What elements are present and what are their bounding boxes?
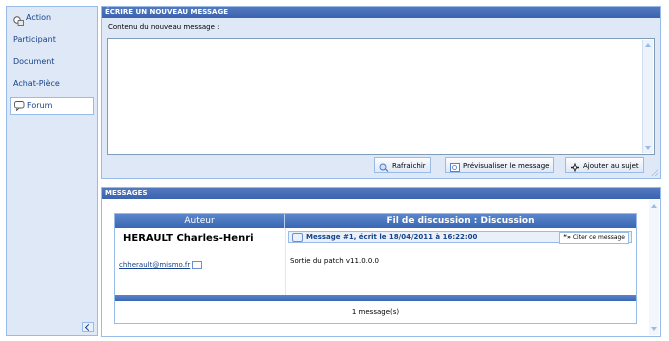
sidebar-nav: Action Participant Document Achat-Pièce …: [6, 6, 98, 336]
editor-scrollbar[interactable]: [642, 40, 653, 153]
add-to-topic-label: Ajouter au sujet: [583, 162, 639, 170]
refresh-label: Rafraichir: [392, 162, 426, 170]
messages-scrollbar[interactable]: [649, 200, 659, 335]
column-divider: [285, 228, 286, 295]
sidebar-item-label: Document: [13, 57, 55, 66]
mail-icon: [192, 261, 203, 269]
column-header-author: Auteur: [115, 214, 285, 228]
messages-panel: MESSAGES Auteur Fil de discussion : Disc…: [101, 187, 661, 337]
messages-panel-title: MESSAGES: [102, 188, 660, 199]
forum-icon: [14, 100, 25, 112]
preview-button[interactable]: Prévisualiser le message: [445, 157, 555, 173]
sidebar-item-action[interactable]: Action: [7, 7, 97, 29]
refresh-button[interactable]: Rafraichir: [374, 157, 431, 173]
sidebar-item-label: Action: [26, 13, 52, 22]
collapse-sidebar-button[interactable]: [82, 322, 94, 332]
quote-icon: “»: [563, 234, 571, 241]
content-label: Contenu du nouveau message :: [108, 23, 220, 31]
preview-label: Prévisualiser le message: [463, 162, 550, 170]
message-textarea[interactable]: [108, 39, 642, 153]
author-email-link[interactable]: chherault@mismo.fr: [119, 261, 203, 269]
message-body: Sortie du patch v11.0.0.0: [290, 257, 380, 265]
sidebar-item-document[interactable]: Document: [7, 51, 97, 73]
messages-table: Auteur Fil de discussion : Discussion HE…: [114, 213, 637, 324]
author-email-text: chherault@mismo.fr: [119, 261, 191, 269]
resize-grip-icon[interactable]: [651, 169, 658, 176]
compose-panel: ÉCRIRE UN NOUVEAU MESSAGE Contenu du nou…: [101, 6, 661, 179]
sidebar-item-label: Participant: [13, 35, 56, 44]
add-to-topic-button[interactable]: Ajouter au sujet: [565, 157, 644, 173]
column-header-thread: Fil de discussion : Discussion: [386, 216, 535, 226]
preview-icon: [450, 162, 460, 172]
add-icon: [570, 162, 580, 171]
message-header-bar: Message #1, écrit le 18/04/2011 à 16:22:…: [288, 231, 632, 244]
message-title: Message #1, écrit le 18/04/2011 à 16:22:…: [292, 232, 477, 243]
message-count: 1 message(s): [351, 308, 400, 316]
cite-message-button[interactable]: “» Citer ce message: [559, 232, 629, 244]
sidebar-item-label: Forum: [27, 101, 53, 110]
table-header: Auteur Fil de discussion : Discussion: [115, 214, 636, 228]
cite-message-label: Citer ce message: [572, 234, 625, 241]
compose-panel-title: ÉCRIRE UN NOUVEAU MESSAGE: [102, 7, 660, 18]
sidebar-item-achat-piece[interactable]: Achat-Pièce: [7, 73, 97, 95]
message-editor: [107, 38, 655, 155]
comment-icon: [292, 232, 303, 242]
sidebar-item-label: Achat-Pièce: [13, 79, 60, 88]
sidebar-item-forum[interactable]: Forum: [10, 97, 94, 115]
author-name: HERAULT Charles-Henri: [123, 233, 254, 244]
action-icon: [13, 13, 24, 26]
sidebar-item-participant[interactable]: Participant: [7, 29, 97, 51]
message-title-text: Message #1, écrit le 18/04/2011 à 16:22:…: [306, 233, 478, 241]
refresh-icon: [379, 162, 389, 172]
